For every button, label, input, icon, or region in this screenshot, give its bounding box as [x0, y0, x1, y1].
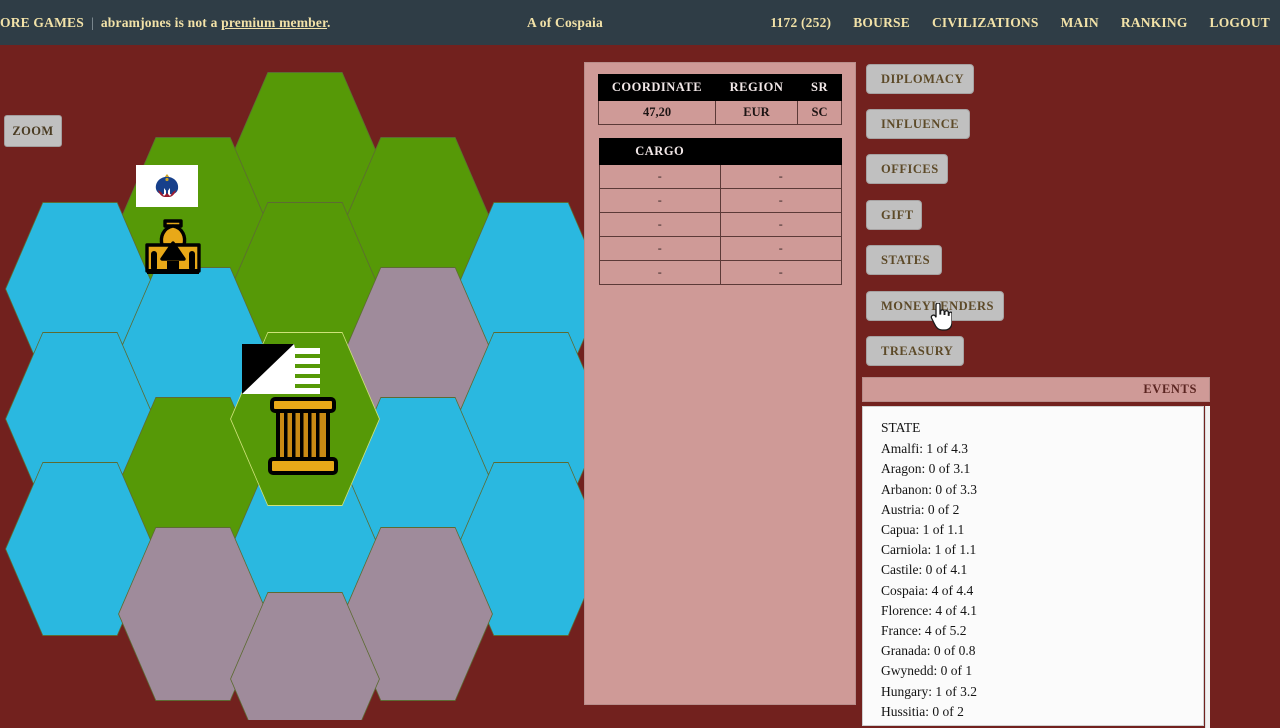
event-row: Hussitia: 0 of 2	[881, 703, 964, 719]
sidebar-button-moneylenders[interactable]: MONEYLENDERS	[866, 291, 1004, 321]
cargo-row: --	[598, 236, 842, 261]
cargo-cell-amount: -	[720, 212, 842, 237]
event-row: Hungary: 1 of 3.2	[881, 683, 977, 699]
table-header-row: COORDINATE REGION SR	[598, 74, 842, 101]
events-row-container: Amalfi: 1 of 4.3 Aragon: 0 of 3.1 Arbanon:…	[881, 439, 1203, 722]
cargo-col-label: CARGO	[598, 138, 721, 165]
event-row: Carniola: 1 of 1.1	[881, 542, 977, 558]
event-row: Aragon: 0 of 3.1	[881, 461, 971, 477]
event-row: France: 4 of 5.2	[881, 623, 967, 639]
nav-bourse[interactable]: BOURSE	[853, 15, 910, 30]
hex-flag-white-blue-eagle-icon	[136, 165, 198, 207]
col-coordinate: COORDINATE	[598, 74, 716, 101]
event-row: Capua: 1 of 1.1	[881, 522, 965, 538]
sidebar-button-treasury[interactable]: TREASURY	[866, 336, 964, 366]
sidebar-button-gift[interactable]: GIFT	[866, 200, 922, 230]
event-row: Arbanon: 0 of 3.3	[881, 481, 977, 497]
cargo-row: --	[598, 260, 842, 285]
sidebar-button-states[interactable]: STATES	[866, 245, 942, 275]
cargo-cell-name: -	[598, 236, 721, 261]
events-panel: EVENTS STATE Amalfi: 1 of 4.3 Aragon: 0 o…	[862, 377, 1210, 728]
events-section-header: STATE	[881, 420, 921, 435]
zoom-button[interactable]: ZOOM	[4, 115, 62, 147]
cargo-cell-amount: -	[720, 164, 842, 189]
nav-main[interactable]: MAIN	[1061, 15, 1099, 30]
cargo-row: --	[598, 164, 842, 189]
cargo-table-body: CARGO - - - - - - - - - -	[598, 138, 842, 285]
value-coordinate: 47,20	[598, 100, 716, 125]
sidebar-button-influence[interactable]: INFLUENCE	[866, 109, 970, 139]
nav-logout[interactable]: LOGOUT	[1210, 15, 1270, 30]
cargo-cell-name: -	[598, 212, 721, 237]
sidebar-button-offices[interactable]: OFFICES	[866, 154, 948, 184]
hex-map-canvas[interactable]: ZOOM	[0, 45, 584, 720]
event-row: Cospaia: 4 of 4.4	[881, 582, 974, 598]
score-display: 1172 (252)	[770, 15, 832, 30]
cargo-cell-name: -	[598, 188, 721, 213]
cargo-cell-name: -	[598, 260, 721, 285]
cargo-cell-amount: -	[720, 188, 842, 213]
event-row: Amalfi: 1 of 4.3	[881, 441, 968, 457]
cargo-table: CARGO - - - - - - - - - -	[598, 138, 842, 285]
event-row: Florence: 4 of 4.1	[881, 602, 977, 618]
col-sr: SR	[797, 74, 842, 101]
event-row: Castile: 0 of 4.1	[881, 562, 968, 578]
cargo-cell-name: -	[598, 164, 721, 189]
events-list[interactable]: STATE Amalfi: 1 of 4.3 Aragon: 0 of 3.1 Ar…	[862, 406, 1204, 726]
events-panel-title: EVENTS	[862, 377, 1210, 402]
hex-flag-black-white-diagonal-icon	[242, 344, 320, 394]
table-row: 47,20 EUR SC	[598, 100, 842, 125]
cargo-cell-amount: -	[720, 236, 842, 261]
cargo-cell-amount: -	[720, 260, 842, 285]
events-scrollbar[interactable]	[1205, 406, 1210, 728]
cargo-header-row: CARGO	[598, 138, 842, 165]
hex-unit-column-icon[interactable]	[268, 397, 338, 482]
nav-ranking[interactable]: RANKING	[1121, 15, 1188, 30]
coordinate-info-table: COORDINATE REGION SR 47,20 EUR SC	[598, 74, 842, 125]
event-row: Austria: 0 of 2	[881, 501, 960, 517]
topbar-right-group: 1172 (252) BOURSE CIVILIZATIONS MAIN RANKING…	[748, 15, 1270, 31]
cargo-row: --	[598, 212, 842, 237]
hex-unit-palace-icon[interactable]	[143, 217, 203, 282]
value-region: EUR	[715, 100, 798, 125]
tile-info-panel: COORDINATE REGION SR 47,20 EUR SC CARGO -…	[584, 62, 856, 705]
col-region: REGION	[715, 74, 798, 101]
top-navigation-bar: ORE GAMES | abramjones is not a premium me…	[0, 0, 1280, 45]
nav-civilizations[interactable]: CIVILIZATIONS	[932, 15, 1039, 30]
action-sidebar: DIPLOMACY INFLUENCE OFFICES GIFT STATES MONEY…	[856, 45, 1280, 728]
cargo-col-value	[720, 138, 842, 165]
event-row: Granada: 0 of 0.8	[881, 643, 976, 659]
event-row: Gwynedd: 0 of 1	[881, 663, 973, 679]
cargo-row: --	[598, 188, 842, 213]
value-sr: SC	[797, 100, 842, 125]
sidebar-button-diplomacy[interactable]: DIPLOMACY	[866, 64, 974, 94]
